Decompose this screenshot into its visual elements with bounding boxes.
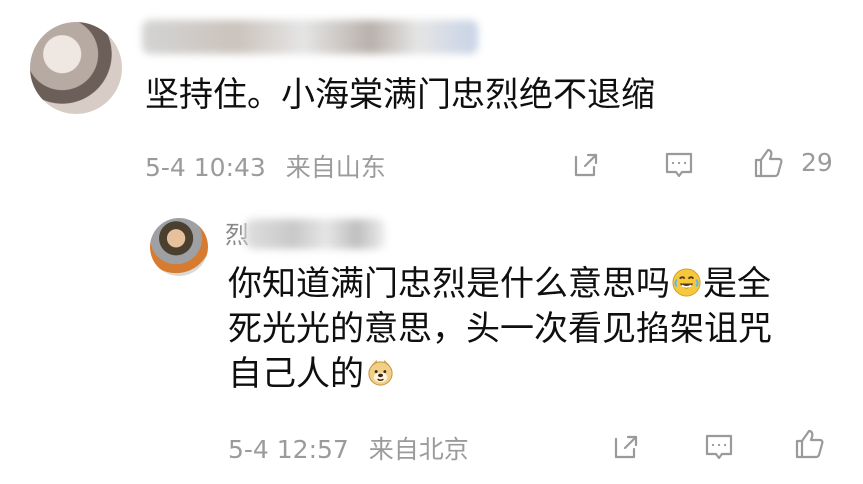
reply-avatar[interactable]: [150, 218, 208, 276]
laughing-emoji-icon: [672, 268, 701, 297]
thumbs-up-icon: [754, 148, 783, 178]
reply-comment-text: 你知道满门忠烈是什么意思吗 是全 死光光的意思，头一次看见掐架诅咒 自己人的: [228, 262, 838, 397]
main-comment-time: 5-4 10:43: [145, 153, 266, 182]
comment-icon: [705, 434, 733, 460]
reply-line-1-after-emoji: 是全: [703, 264, 771, 304]
reply-like-button[interactable]: [787, 422, 831, 466]
reply-comment-button[interactable]: [697, 425, 741, 469]
main-like-button[interactable]: [746, 141, 790, 185]
comment-icon: [665, 152, 693, 178]
reply-username-blurred[interactable]: [245, 219, 385, 249]
dog-face-emoji-icon: [368, 359, 393, 386]
main-share-button[interactable]: [564, 143, 608, 187]
main-avatar[interactable]: [30, 22, 122, 114]
thumbs-up-icon: [795, 429, 824, 459]
main-comment-location: 来自山东: [285, 153, 386, 182]
reply-line-1: 你知道满门忠烈是什么意思吗: [228, 264, 670, 304]
main-comment-button[interactable]: [657, 143, 701, 187]
reply-share-button[interactable]: [604, 425, 648, 469]
reply-comment-time: 5-4 12:57: [228, 435, 349, 464]
share-icon: [574, 153, 598, 177]
reply-comment-meta: 5-4 12:57 来自北京: [228, 430, 481, 466]
reply-comment-location: 来自北京: [368, 435, 469, 464]
main-username-blurred[interactable]: [142, 20, 478, 54]
main-comment-meta: 5-4 10:43 来自山东: [145, 148, 398, 184]
reply-line-3: 自己人的: [228, 354, 364, 394]
main-comment-text: 坚持住。小海棠满门忠烈绝不退缩: [145, 75, 655, 115]
share-icon: [614, 435, 638, 459]
main-like-count: 29: [801, 148, 833, 177]
reply-line-2: 死光光的意思，头一次看见掐架诅咒: [228, 309, 772, 349]
